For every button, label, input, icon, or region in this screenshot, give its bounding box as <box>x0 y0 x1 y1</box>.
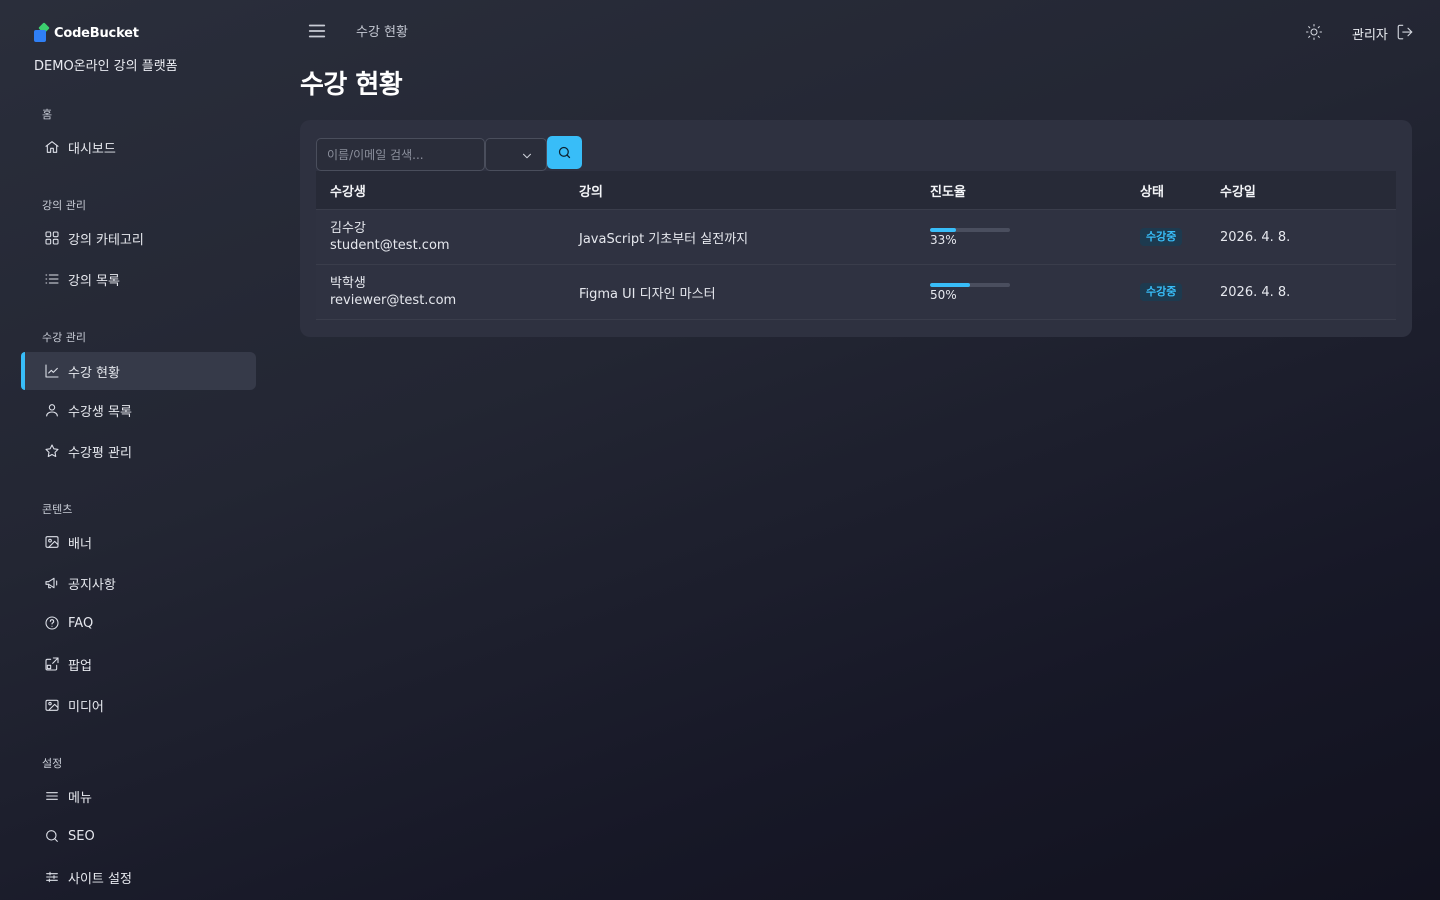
user-icon <box>46 404 58 417</box>
column-header-status[interactable]: 상태 <box>1140 181 1220 200</box>
sidebar-item-reviews[interactable]: 수강평 관리 <box>21 432 256 470</box>
sidebar-item-label: 미디어 <box>68 699 104 715</box>
sidebar-item-label: 사이트 설정 <box>68 871 132 887</box>
hamburger-menu-button[interactable] <box>306 20 328 42</box>
breadcrumb: 수강 현황 <box>356 25 408 40</box>
sidebar-item-site-settings[interactable]: 사이트 설정 <box>21 858 256 896</box>
sidebar-item-enrollment-status[interactable]: 수강 현황 <box>21 352 256 390</box>
sidebar-item-label: 배너 <box>68 536 92 552</box>
search-icon <box>46 830 58 842</box>
sidebar-item-label: 강의 목록 <box>68 273 120 289</box>
search-input[interactable] <box>316 138 485 171</box>
sidebar-item-faq[interactable]: FAQ <box>21 604 256 642</box>
sidebar-item-banner[interactable]: 배너 <box>21 523 256 561</box>
status-badge: 수강중 <box>1140 283 1183 301</box>
sidebar-item-label: 수강 현황 <box>68 365 120 381</box>
sidebar-item-label: 메뉴 <box>68 790 92 806</box>
enrollment-date: 2026. 4. 8. <box>1220 284 1291 300</box>
sliders-icon <box>46 871 58 883</box>
nav-section-home: 홈 <box>42 108 53 121</box>
user-name: 관리자 <box>1352 28 1388 43</box>
table-row[interactable]: 김수강 student@test.com JavaScript 기초부터 실전까… <box>316 210 1396 265</box>
column-header-progress[interactable]: 진도율 <box>930 181 1140 200</box>
popup-icon <box>45 657 59 671</box>
sidebar-item-media[interactable]: 미디어 <box>21 686 256 724</box>
table-row[interactable]: 박학생 reviewer@test.com Figma UI 디자인 마스터 5… <box>316 265 1396 320</box>
sidebar-item-label: 강의 카테고리 <box>68 232 144 248</box>
nav-section-settings: 설정 <box>42 757 63 770</box>
student-name: 박학생 <box>330 275 366 291</box>
status-filter-select[interactable] <box>485 138 547 171</box>
student-cell: 김수강 student@test.com <box>316 221 579 254</box>
progress-label: 50% <box>930 288 957 302</box>
sidebar-item-label: 대시보드 <box>68 141 116 157</box>
status-badge: 수강중 <box>1140 228 1183 246</box>
site-name: DEMO온라인 강의 플랫폼 <box>34 59 178 74</box>
codebucket-logo-icon <box>34 22 50 42</box>
home-icon <box>45 141 59 153</box>
progress-bar <box>930 283 1010 287</box>
progress-bar-fill <box>930 283 970 287</box>
grid-icon <box>45 231 59 245</box>
column-header-date[interactable]: 수강일 <box>1220 181 1396 200</box>
sidebar-item-label: 팝업 <box>68 658 92 674</box>
chart-line-icon <box>45 364 59 378</box>
student-email: reviewer@test.com <box>330 292 457 308</box>
logout-icon <box>1397 24 1413 40</box>
image-icon <box>45 536 59 548</box>
sidebar-item-label: SEO <box>68 828 95 844</box>
progress-label: 33% <box>930 233 957 247</box>
sidebar-item-dashboard[interactable]: 대시보드 <box>21 128 256 166</box>
chevron-down-icon <box>522 153 532 159</box>
progress-bar-fill <box>930 228 957 232</box>
search-icon <box>558 146 571 159</box>
sidebar-item-notices[interactable]: 공지사항 <box>21 564 256 602</box>
star-icon <box>45 444 59 457</box>
search-button[interactable] <box>547 136 582 169</box>
sidebar-item-course-categories[interactable]: 강의 카테고리 <box>21 219 256 257</box>
table-header: 수강생 강의 진도율 상태 수강일 <box>316 171 1396 210</box>
progress-cell: 33% <box>930 227 1140 247</box>
nav-section-courses: 강의 관리 <box>42 199 86 212</box>
progress-cell: 50% <box>930 282 1140 302</box>
sidebar-item-label: 수강평 관리 <box>68 445 132 461</box>
help-circle-icon <box>45 616 59 630</box>
student-cell: 박학생 reviewer@test.com <box>316 276 579 309</box>
course-title: JavaScript 기초부터 실전까지 <box>579 231 749 247</box>
list-icon <box>45 274 59 284</box>
megaphone-icon <box>45 577 58 589</box>
nav-section-content: 콘텐츠 <box>42 503 73 516</box>
enrollment-card: 수강생 강의 진도율 상태 수강일 김수강 student@test.com J… <box>300 120 1412 337</box>
sidebar-item-label: 공지사항 <box>68 577 116 593</box>
sun-icon <box>1305 23 1323 41</box>
sidebar-item-popup[interactable]: 팝업 <box>21 645 256 683</box>
sidebar-item-label: FAQ <box>68 615 94 631</box>
column-header-student[interactable]: 수강생 <box>316 181 579 200</box>
sidebar-item-label: 수강생 목록 <box>68 404 132 420</box>
sidebar-item-student-list[interactable]: 수강생 목록 <box>21 391 256 429</box>
column-header-course[interactable]: 강의 <box>579 181 930 200</box>
page-title: 수강 현황 <box>300 70 403 100</box>
hamburger-icon <box>308 24 326 38</box>
brand-name: CodeBucket <box>54 25 139 41</box>
nav-section-enrollments: 수강 관리 <box>42 331 86 344</box>
progress-bar <box>930 228 1010 232</box>
enrollment-table: 수강생 강의 진도율 상태 수강일 김수강 student@test.com J… <box>316 171 1396 320</box>
sidebar-item-menu[interactable]: 메뉴 <box>21 777 256 815</box>
menu-icon <box>46 792 58 800</box>
brand-logo[interactable]: CodeBucket <box>34 22 139 42</box>
student-email: student@test.com <box>330 237 450 253</box>
logout-button[interactable] <box>1396 23 1414 41</box>
student-name: 김수강 <box>330 220 366 236</box>
sidebar-item-seo[interactable]: SEO <box>21 817 256 855</box>
theme-toggle-button[interactable] <box>1305 23 1323 41</box>
enrollment-date: 2026. 4. 8. <box>1220 229 1291 245</box>
sidebar-item-course-list[interactable]: 강의 목록 <box>21 260 256 298</box>
images-icon <box>45 699 59 711</box>
course-title: Figma UI 디자인 마스터 <box>579 286 716 302</box>
sidebar: CodeBucket DEMO온라인 강의 플랫폼 홈 대시보드 강의 관리 강… <box>0 0 276 900</box>
